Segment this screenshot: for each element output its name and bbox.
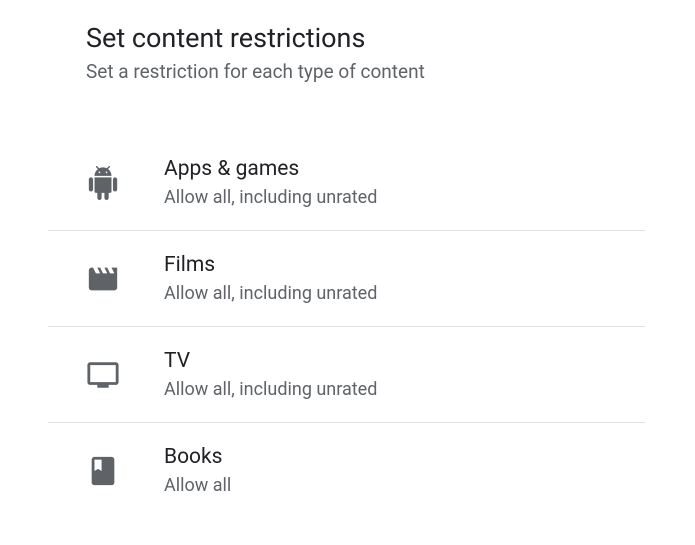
item-text: Films Allow all, including unrated xyxy=(164,253,377,304)
list-item-tv[interactable]: TV Allow all, including unrated xyxy=(48,327,645,422)
book-icon xyxy=(86,454,164,488)
list-item-apps-games[interactable]: Apps & games Allow all, including unrate… xyxy=(48,135,645,230)
item-title: TV xyxy=(164,349,377,373)
item-title: Apps & games xyxy=(164,157,377,181)
item-subtitle: Allow all, including unrated xyxy=(164,187,377,208)
film-icon xyxy=(86,262,164,296)
android-icon xyxy=(86,166,164,200)
item-title: Books xyxy=(164,445,231,469)
item-subtitle: Allow all, including unrated xyxy=(164,283,377,304)
page-title: Set content restrictions xyxy=(86,22,645,54)
item-title: Films xyxy=(164,253,377,277)
page-subtitle: Set a restriction for each type of conte… xyxy=(86,60,645,83)
item-text: Apps & games Allow all, including unrate… xyxy=(164,157,377,208)
tv-icon xyxy=(86,358,164,392)
list-item-books[interactable]: Books Allow all xyxy=(48,423,645,518)
restrictions-list: Apps & games Allow all, including unrate… xyxy=(48,135,645,518)
page-header: Set content restrictions Set a restricti… xyxy=(48,22,645,83)
item-text: TV Allow all, including unrated xyxy=(164,349,377,400)
item-subtitle: Allow all xyxy=(164,475,231,496)
list-item-films[interactable]: Films Allow all, including unrated xyxy=(48,231,645,326)
item-subtitle: Allow all, including unrated xyxy=(164,379,377,400)
item-text: Books Allow all xyxy=(164,445,231,496)
